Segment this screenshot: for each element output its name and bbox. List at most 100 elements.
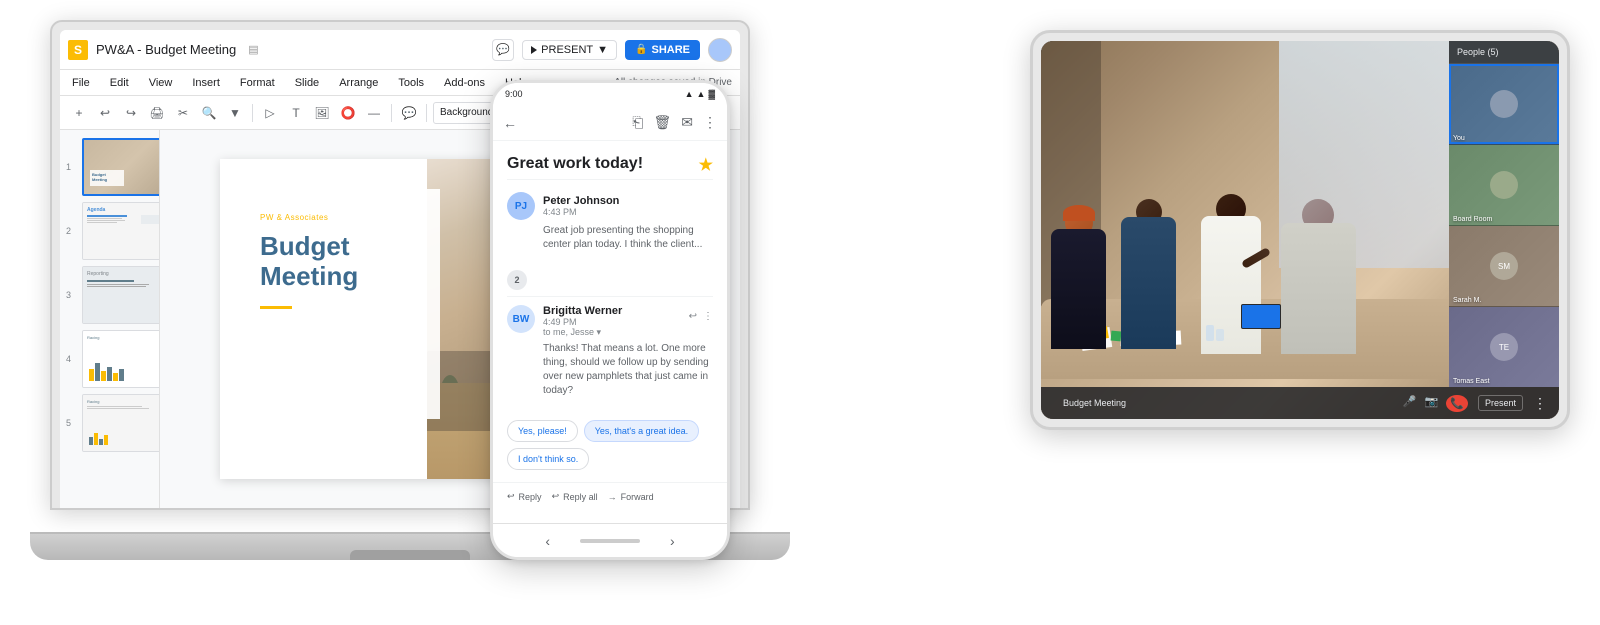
- meet-app: People (5) You: [1041, 41, 1559, 419]
- tool-comment[interactable]: 💬: [398, 102, 420, 124]
- slide-thumbnail-3[interactable]: Reporting: [82, 266, 160, 324]
- more-icon[interactable]: ⋮: [703, 114, 717, 131]
- person1-hair: [1063, 205, 1095, 221]
- menu-file[interactable]: File: [68, 75, 94, 91]
- email-message-1: PJ Peter Johnson 4:43 PM Great job prese…: [493, 180, 727, 264]
- share-button[interactable]: 🔒 SHARE: [625, 40, 700, 60]
- tool-print[interactable]: 🖨: [146, 102, 168, 124]
- slide-number-1: 1: [66, 162, 71, 172]
- mic-icon[interactable]: 🎤: [1403, 395, 1417, 412]
- reply-icons-2: ↩ ⋮: [689, 311, 713, 322]
- meet-more-icon[interactable]: ⋮: [1533, 395, 1547, 412]
- toolbar-divider-1: [252, 104, 253, 122]
- message-more-icon[interactable]: ⋮: [703, 311, 713, 322]
- meet-title: Budget Meeting: [1063, 398, 1393, 408]
- phone-home-indicator: [580, 539, 640, 543]
- slide-thumb-container-2: 2 Agenda: [82, 202, 153, 260]
- delete-icon[interactable]: 🗑: [653, 114, 671, 131]
- tool-zoom-dropdown[interactable]: ▼: [224, 102, 246, 124]
- menu-slide[interactable]: Slide: [291, 75, 323, 91]
- glass-1: [1206, 325, 1214, 341]
- forward-button[interactable]: → Forward: [608, 491, 654, 502]
- person-4: [1281, 199, 1356, 354]
- tool-text[interactable]: T: [285, 102, 307, 124]
- slide-thumbnail-2[interactable]: Agenda: [82, 202, 160, 260]
- participant-thumb-2[interactable]: Board Room: [1449, 145, 1559, 226]
- tool-redo[interactable]: ↪: [120, 102, 142, 124]
- comment-button[interactable]: 💬: [492, 39, 514, 61]
- thumb3-title: Reporting: [87, 271, 160, 277]
- tool-cursor[interactable]: ▷: [259, 102, 281, 124]
- sender-meta-2: Brigitta Werner 4:49 PM ↩ ⋮ to me, Jesse…: [543, 305, 713, 338]
- menu-arrange[interactable]: Arrange: [335, 75, 382, 91]
- smart-reply-1[interactable]: Yes, please!: [507, 420, 578, 442]
- tool-add[interactable]: +: [68, 102, 90, 124]
- thumb2-title: Agenda: [87, 207, 160, 213]
- slides-title: PW&A - Budget Meeting: [96, 42, 236, 57]
- tool-paint[interactable]: ✂: [172, 102, 194, 124]
- menu-view[interactable]: View: [145, 75, 177, 91]
- slide-thumbnail-5[interactable]: Racing: [82, 394, 160, 452]
- laptop-on-table: [1241, 304, 1281, 329]
- tablet-frame: People (5) You: [1030, 30, 1570, 430]
- reply-icon[interactable]: ↩: [689, 311, 697, 322]
- participant-name-3: Sarah M.: [1453, 297, 1481, 304]
- menu-insert[interactable]: Insert: [188, 75, 224, 91]
- participant-thumb-4[interactable]: TE Tomas East: [1449, 307, 1559, 387]
- phone-bottom-nav: ‹ ›: [493, 523, 727, 557]
- sender-time-2: 4:49 PM: [543, 317, 622, 327]
- slide-accent-line: [260, 306, 292, 309]
- smart-reply-3[interactable]: I don't think so.: [507, 448, 589, 470]
- participant-name-4: Tomas East: [1453, 378, 1490, 385]
- present-button-tablet[interactable]: Present: [1478, 395, 1523, 411]
- battery-icon: ▓: [708, 89, 715, 99]
- reply-button[interactable]: ↩ Reply: [507, 491, 542, 502]
- participant-thumb-3[interactable]: SM Sarah M.: [1449, 226, 1559, 307]
- hangup-icon[interactable]: 📞: [1446, 395, 1468, 412]
- tablet-device: People (5) You: [1030, 30, 1570, 430]
- menu-format[interactable]: Format: [236, 75, 279, 91]
- smart-reply-2[interactable]: Yes, that's a great idea.: [584, 420, 699, 442]
- menu-edit[interactable]: Edit: [106, 75, 133, 91]
- participant-name-2: Board Room: [1453, 216, 1492, 223]
- slide-company-name: PW & Associates: [260, 213, 420, 222]
- menu-addons[interactable]: Add-ons: [440, 75, 489, 91]
- signal-icon: ▲: [685, 89, 694, 99]
- phone-nav-next[interactable]: ›: [670, 533, 675, 549]
- tool-shape[interactable]: ⭕: [337, 102, 359, 124]
- email-icon[interactable]: ✉: [681, 114, 693, 131]
- slide-number-3: 3: [66, 290, 71, 300]
- tool-line[interactable]: —: [363, 102, 385, 124]
- share-label: SHARE: [651, 44, 690, 56]
- sender-avatar-1: PJ: [507, 192, 535, 220]
- tool-zoom[interactable]: 🔍: [198, 102, 220, 124]
- participant-thumb-1[interactable]: You: [1449, 64, 1559, 145]
- present-button[interactable]: PRESENT ▼: [522, 40, 617, 60]
- person-1: [1051, 209, 1106, 349]
- slide-thumbnail-4[interactable]: Racing: [82, 330, 160, 388]
- person-2: [1121, 199, 1176, 349]
- menu-tools[interactable]: Tools: [394, 75, 428, 91]
- email-star-icon[interactable]: ★: [699, 155, 713, 175]
- slide-thumbnail-1[interactable]: BudgetMeeting: [82, 138, 160, 196]
- reply-all-button[interactable]: ↩ Reply all: [552, 491, 598, 502]
- email-to-line: to me, Jesse ▾: [543, 327, 713, 338]
- meet-main-video: People (5) You: [1041, 41, 1559, 419]
- sender-name-2: Brigitta Werner: [543, 305, 622, 317]
- email-expand-count[interactable]: 2: [507, 270, 527, 290]
- slide-content-box: PW & Associates BudgetMeeting: [240, 189, 440, 419]
- email-body-1: Great job presenting the shopping center…: [543, 224, 713, 252]
- phone-status-bar: 9:00 ▲ ▲ ▓: [493, 83, 727, 105]
- back-arrow-icon[interactable]: ←: [503, 115, 517, 131]
- lock-icon: 🔒: [635, 44, 647, 55]
- tool-undo[interactable]: ↩: [94, 102, 116, 124]
- reply-all-label: Reply all: [563, 492, 598, 502]
- tool-image[interactable]: 🖼: [311, 102, 333, 124]
- slide-thumb-container-3: 3 Reporting: [82, 266, 153, 324]
- phone-nav-prev[interactable]: ‹: [545, 533, 550, 549]
- camera-icon[interactable]: 📷: [1425, 395, 1439, 412]
- people-count-label: People (5): [1457, 47, 1499, 57]
- sender-info-1: Peter Johnson 4:43 PM: [543, 195, 713, 217]
- archive-icon[interactable]: ⎗: [632, 114, 643, 131]
- slide-thumb-container-5: 5 Racing: [82, 394, 153, 452]
